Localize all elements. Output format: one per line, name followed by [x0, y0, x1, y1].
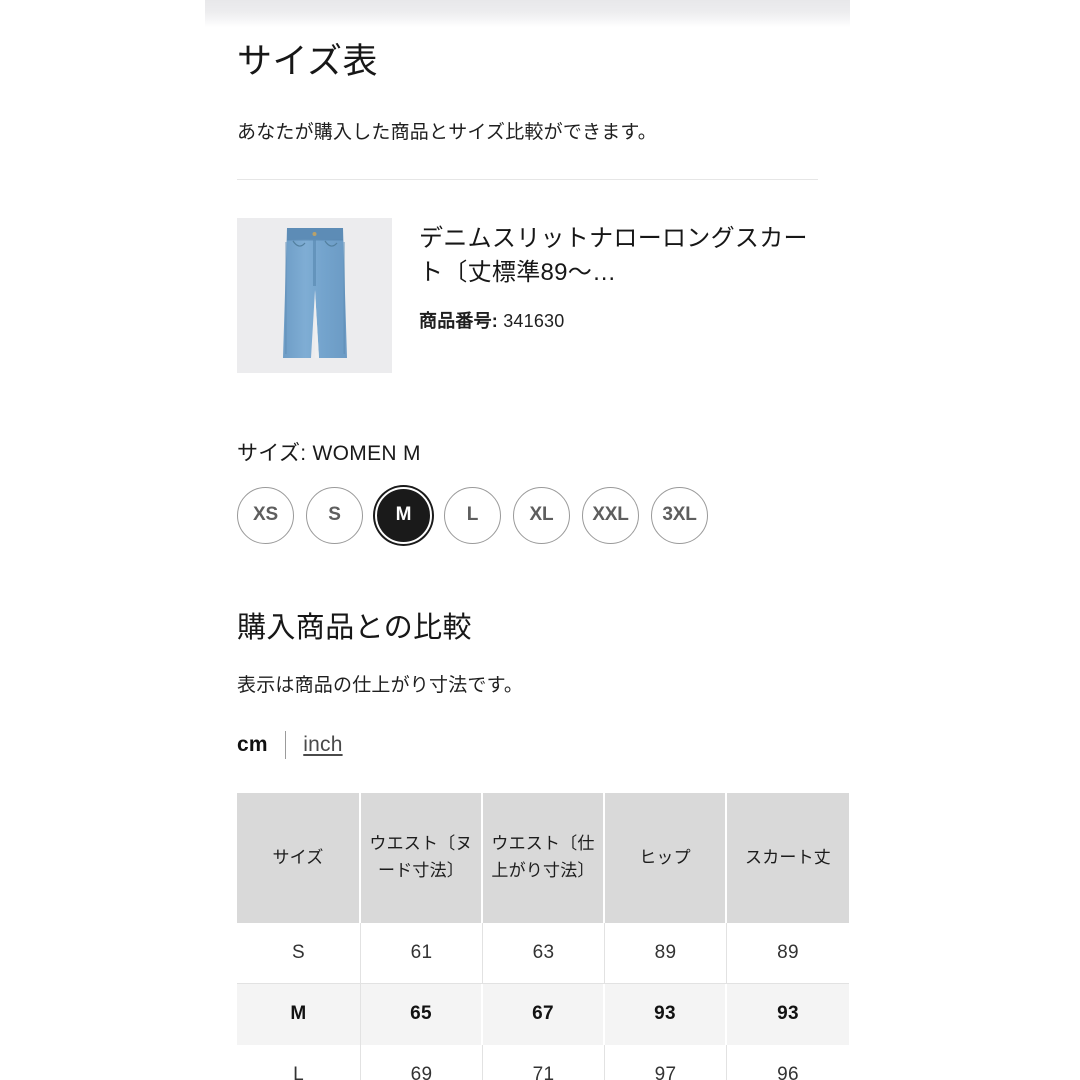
unit-cm-button[interactable]: cm [237, 733, 268, 757]
size-table-wrapper: サイズ ウエスト〔ヌード寸法〕 ウエスト〔仕上がり寸法〕 ヒップ スカート丈 S… [237, 792, 849, 1080]
cell-waist-finish: 71 [483, 1044, 605, 1080]
col-header-size: サイズ [237, 792, 361, 923]
size-chip-xl[interactable]: XL [513, 486, 570, 544]
cell-waist-nude: 61 [361, 922, 483, 984]
size-table-body: S 61 63 89 89 M 65 67 93 93 L 69 71 97 9… [237, 922, 849, 1080]
product-code: 商品番号: 341630 [419, 307, 818, 333]
cell-waist-nude: 65 [361, 983, 483, 1045]
size-chip-xxl[interactable]: XXL [582, 486, 639, 544]
page-title: サイズ表 [237, 42, 378, 81]
cell-skirt-length: 96 [727, 1044, 849, 1080]
table-row: S 61 63 89 89 [237, 922, 849, 984]
denim-skirt-icon [282, 227, 347, 358]
product-name: デニムスリットナローロングスカート〔丈標準89〜… [419, 224, 808, 286]
comparison-title: 購入商品との比較 [237, 611, 472, 644]
col-header-hip: ヒップ [605, 792, 727, 923]
cell-size: S [237, 922, 361, 984]
unit-inch-button[interactable]: inch [303, 733, 342, 757]
col-header-skirt-length: スカート丈 [727, 792, 849, 923]
cell-waist-finish: 67 [483, 983, 605, 1045]
size-chip-l[interactable]: L [444, 486, 501, 544]
cell-hip: 89 [605, 922, 727, 984]
col-header-waist-finish: ウエスト〔仕上がり寸法〕 [483, 792, 605, 923]
table-header-row: サイズ ウエスト〔ヌード寸法〕 ウエスト〔仕上がり寸法〕 ヒップ スカート丈 [237, 792, 849, 923]
size-chip-m[interactable]: M [375, 486, 432, 544]
size-table: サイズ ウエスト〔ヌード寸法〕 ウエスト〔仕上がり寸法〕 ヒップ スカート丈 S… [237, 792, 849, 1080]
cell-skirt-length: 89 [727, 922, 849, 984]
page-subtitle: あなたが購入した商品とサイズ比較ができます。 [237, 121, 657, 143]
col-header-waist-nude: ウエスト〔ヌード寸法〕 [361, 792, 483, 923]
divider [237, 178, 818, 180]
size-table-head: サイズ ウエスト〔ヌード寸法〕 ウエスト〔仕上がり寸法〕 ヒップ スカート丈 [237, 792, 849, 923]
size-chip-group: XS S M L XL XXL 3XL [237, 486, 818, 544]
cell-skirt-length: 93 [727, 983, 849, 1045]
product-code-value: 341630 [503, 310, 565, 331]
size-chip-s[interactable]: S [306, 486, 363, 544]
cell-size: L [237, 1044, 361, 1080]
table-row-highlighted: M 65 67 93 93 [237, 983, 849, 1045]
cell-waist-nude: 69 [361, 1044, 483, 1080]
product-code-label: 商品番号: [419, 310, 498, 331]
cell-hip: 93 [605, 983, 727, 1045]
cell-waist-finish: 63 [483, 922, 605, 984]
comparison-note: 表示は商品の仕上がり寸法です。 [237, 674, 524, 696]
product-thumbnail[interactable] [237, 217, 392, 373]
table-row: L 69 71 97 96 [237, 1044, 849, 1080]
size-chip-xs[interactable]: XS [237, 486, 294, 544]
content-sheet: サイズ表 あなたが購入した商品とサイズ比較ができます。 デニムスリットナローロン… [205, 0, 850, 1080]
size-chip-3xl[interactable]: 3XL [651, 486, 708, 544]
unit-separator [284, 730, 287, 759]
cell-hip: 97 [605, 1044, 727, 1080]
cell-size: M [237, 983, 361, 1045]
unit-toggle: cm inch [237, 730, 818, 760]
product-details: デニムスリットナローロングスカート〔丈標準89〜… 商品番号: 341630 [419, 218, 818, 333]
selected-size-label: サイズ: WOMEN M [237, 441, 421, 465]
product-summary: デニムスリットナローロングスカート〔丈標準89〜… 商品番号: 341630 [237, 217, 818, 373]
size-chart-page: サイズ表 あなたが購入した商品とサイズ比較ができます。 デニムスリットナローロン… [0, 0, 1080, 1080]
